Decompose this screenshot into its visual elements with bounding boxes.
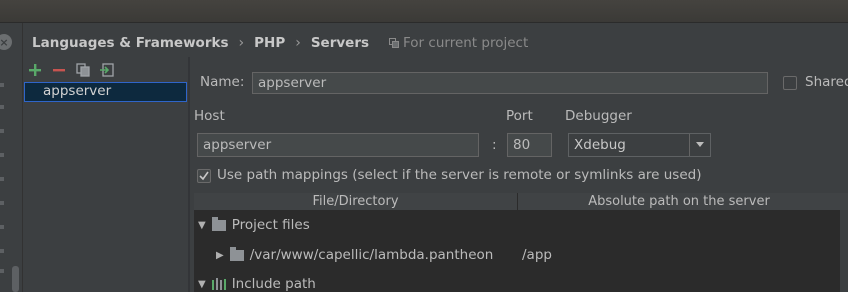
host-field[interactable]: appserver [197, 133, 479, 157]
expand-arrow-icon[interactable]: ▼ [198, 220, 206, 231]
server-list-item-label: appserver [43, 83, 112, 99]
host-label: Host [194, 108, 225, 124]
path-mappings-label: Use path mappings (select if the server … [217, 167, 702, 183]
port-field[interactable]: 80 [507, 133, 552, 157]
debugger-select-value: Xdebug [574, 137, 626, 153]
name-field[interactable]: appserver [252, 72, 768, 94]
remove-server-button[interactable] [50, 61, 68, 79]
panel-splitter[interactable] [188, 57, 190, 292]
table-scrollbar[interactable] [840, 210, 848, 292]
name-field-value: appserver [258, 75, 327, 91]
collapse-arrow-icon[interactable]: ▶ [216, 250, 224, 261]
tree-group-label: Include path [231, 276, 316, 292]
library-icon [211, 278, 226, 290]
column-header-corner [840, 193, 848, 211]
chevron-down-icon [689, 134, 710, 156]
import-server-button[interactable] [98, 61, 116, 79]
expand-arrow-icon[interactable]: ▼ [198, 279, 206, 290]
mapping-file-path: /var/www/capellic/lambda.pantheon [249, 247, 494, 263]
folder-icon [229, 246, 244, 261]
tree-group-include-path[interactable]: ▼ Include path [198, 276, 316, 292]
tree-group-label: Project files [231, 217, 310, 233]
window-top-bar [0, 0, 848, 23]
name-label: Name: [200, 74, 245, 90]
debugger-select[interactable]: Xdebug [568, 133, 711, 157]
settings-tree-strip: × [0, 23, 23, 292]
port-label: Port [506, 108, 533, 124]
plus-icon [29, 64, 41, 76]
table-row[interactable]: ▶ /var/www/capellic/lambda.pantheon [216, 246, 494, 263]
shared-label: Shared [805, 74, 848, 90]
debugger-label: Debugger [565, 108, 632, 124]
shared-checkbox[interactable] [783, 76, 797, 90]
breadcrumb-php[interactable]: PHP [254, 35, 285, 51]
host-field-value: appserver [203, 137, 272, 153]
scope-note: For current project [389, 35, 528, 51]
scope-note-label: For current project [403, 35, 529, 51]
breadcrumb-languages-frameworks[interactable]: Languages & Frameworks [32, 35, 229, 51]
port-separator: : [492, 137, 497, 153]
port-field-value: 80 [513, 137, 531, 153]
tree-scrollbar[interactable] [12, 266, 19, 292]
mapping-server-path[interactable]: /app [522, 247, 552, 263]
column-header-server-path[interactable]: Absolute path on the server [518, 193, 841, 211]
path-mappings-checkbox[interactable] [197, 169, 211, 183]
copy-icon [76, 63, 90, 77]
breadcrumb-separator: › [295, 35, 301, 51]
project-scope-icon [389, 38, 400, 48]
import-icon [100, 63, 114, 77]
add-server-button[interactable] [26, 61, 44, 79]
checkmark-icon [199, 171, 209, 181]
tree-group-project-files[interactable]: ▼ Project files [198, 216, 310, 233]
breadcrumb-separator: › [238, 35, 245, 51]
server-list-toolbar [26, 61, 116, 79]
settings-close-icon[interactable]: × [0, 34, 12, 50]
breadcrumb-servers: Servers [310, 35, 370, 51]
breadcrumb: Languages & Frameworks › PHP › Servers F… [32, 33, 528, 53]
column-header-file-directory[interactable]: File/Directory [194, 193, 518, 211]
minus-icon [53, 69, 65, 72]
folder-icon [211, 216, 226, 231]
copy-server-button[interactable] [74, 61, 92, 79]
